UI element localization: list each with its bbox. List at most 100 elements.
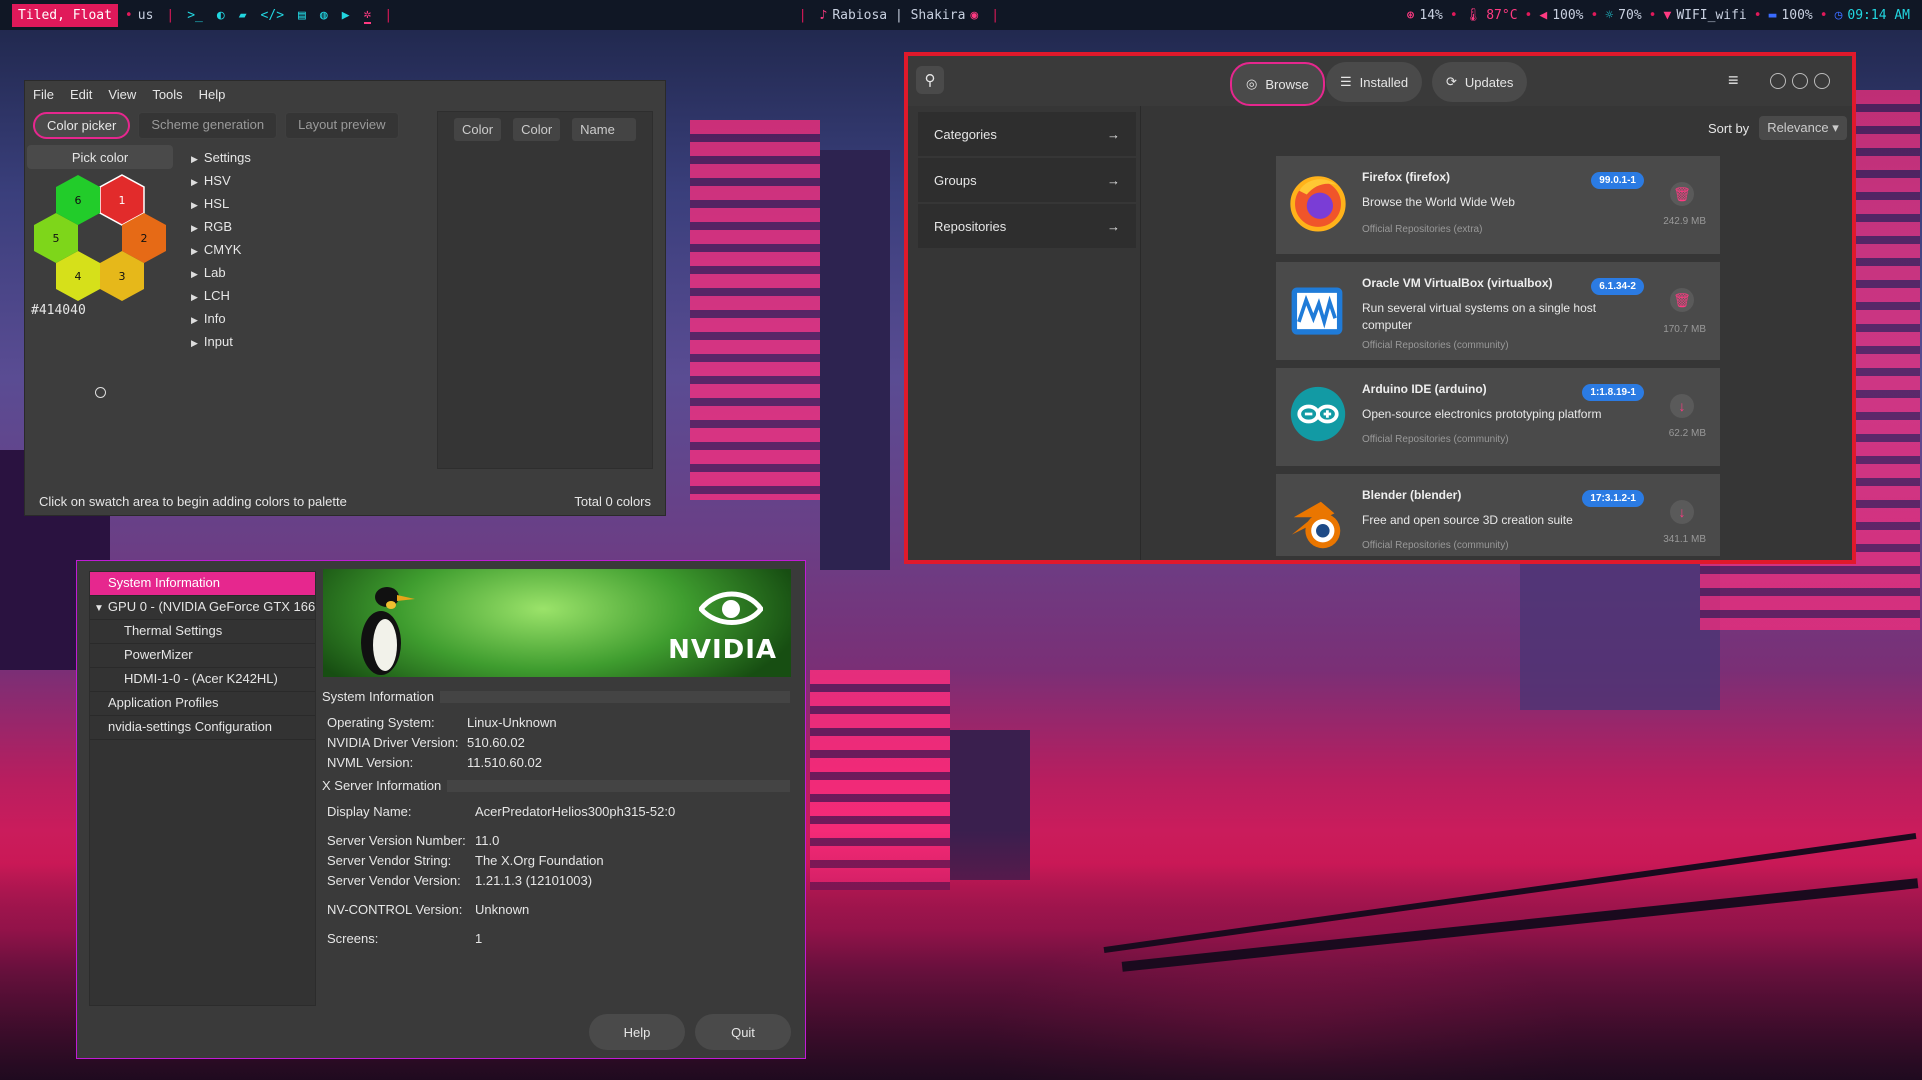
nvidia-eye-icon: [699, 591, 763, 625]
browser-icon[interactable]: ◐: [217, 8, 225, 23]
tree-cmyk[interactable]: CMYK: [191, 239, 251, 262]
expander-icon[interactable]: ▼: [94, 603, 104, 614]
palette-panel[interactable]: Color Color Name: [437, 111, 653, 469]
firefox-icon: [1290, 176, 1346, 232]
cpu-icon: ⊛: [1406, 7, 1415, 23]
chevron-down-icon: ▾: [1832, 120, 1839, 135]
version-badge: 1:1.8.19-1: [1582, 384, 1644, 401]
tree-lch[interactable]: LCH: [191, 285, 251, 308]
package-size: 62.2 MB: [1668, 428, 1706, 439]
code-icon[interactable]: </>: [261, 8, 284, 23]
clock-icon: ◷: [1834, 7, 1843, 23]
package-card[interactable]: Arduino IDE (arduino) Open-source electr…: [1276, 368, 1720, 466]
server-vendor-version-label: Server Vendor Version:: [327, 872, 461, 888]
nvidia-info-panel: System Information Operating System: Linu…: [322, 685, 790, 948]
tree-settings[interactable]: Settings: [191, 147, 251, 170]
brightness-level[interactable]: 70%: [1618, 8, 1641, 23]
sidebar-item-system-information[interactable]: System Information: [90, 572, 315, 596]
sidebar-item-application-profiles[interactable]: Application Profiles: [90, 692, 315, 716]
settings-icon[interactable]: ✲: [363, 7, 372, 24]
package-description: Open-source electronics prototyping plat…: [1362, 407, 1602, 421]
palette-column-color-2[interactable]: Color: [513, 118, 561, 141]
package-size: 341.1 MB: [1663, 534, 1706, 545]
package-card[interactable]: Oracle VM VirtualBox (virtualbox) Run se…: [1276, 262, 1720, 360]
tree-input[interactable]: Input: [191, 331, 251, 354]
nvml-label: NVML Version:: [327, 754, 414, 770]
wifi-name[interactable]: WIFI_wifi: [1676, 8, 1746, 23]
color-wheel-cursor-icon[interactable]: [95, 387, 106, 398]
chat-icon[interactable]: ◍: [320, 8, 328, 23]
package-repository: Official Repositories (community): [1362, 340, 1509, 351]
cpu-usage: 14%: [1419, 7, 1443, 23]
remove-icon[interactable]: 🗑: [1670, 182, 1694, 206]
package-card[interactable]: Blender (blender) Free and open source 3…: [1276, 474, 1720, 556]
driver-label: NVIDIA Driver Version:: [327, 734, 459, 750]
sidebar-item-groups[interactable]: Groups →: [918, 158, 1136, 202]
package-card[interactable]: Firefox (firefox) Browse the World Wide …: [1276, 156, 1720, 254]
volume-icon: ◀: [1539, 7, 1548, 23]
sidebar-item-hdmi[interactable]: HDMI-1-0 - (Acer K242HL): [90, 668, 315, 692]
menu-help[interactable]: Help: [199, 87, 226, 102]
tree-rgb[interactable]: RGB: [191, 216, 251, 239]
temperature-icon: 🌡: [1464, 7, 1482, 23]
os-label: Operating System:: [327, 714, 435, 730]
tree-hsv[interactable]: HSV: [191, 170, 251, 193]
tree-lab[interactable]: Lab: [191, 262, 251, 285]
remove-icon[interactable]: 🗑: [1670, 288, 1694, 312]
menu-edit[interactable]: Edit: [70, 87, 92, 102]
folder-icon[interactable]: ▰: [239, 8, 247, 23]
pick-color-button[interactable]: Pick color: [27, 145, 173, 169]
menu-view[interactable]: View: [108, 87, 136, 102]
notes-icon[interactable]: ▤: [298, 8, 306, 23]
hamburger-menu-icon[interactable]: ≡: [1728, 70, 1739, 91]
divider: [1140, 106, 1141, 560]
sort-dropdown[interactable]: Relevance ▾: [1759, 116, 1847, 140]
palette-column-color[interactable]: Color: [454, 118, 502, 141]
tab-updates-label: Updates: [1464, 74, 1514, 90]
sidebar-item-configuration[interactable]: nvidia-settings Configuration: [90, 716, 315, 740]
video-icon[interactable]: ▶: [342, 8, 350, 23]
package-repository: Official Repositories (community): [1362, 434, 1509, 445]
sort-label: Sort by: [1708, 120, 1750, 136]
terminal-icon[interactable]: >_: [187, 8, 203, 23]
tab-color-picker[interactable]: Color picker: [33, 112, 131, 139]
sidebar-item-repositories[interactable]: Repositories →: [918, 204, 1136, 248]
now-playing[interactable]: Rabiosa | Shakira: [832, 8, 965, 23]
help-button[interactable]: Help: [589, 1014, 685, 1050]
clock: 09:14 AM: [1847, 7, 1911, 23]
package-repository: Official Repositories (extra): [1362, 224, 1483, 235]
package-description: Free and open source 3D creation suite: [1362, 513, 1573, 527]
music-note-icon: ♪: [819, 7, 828, 23]
sidebar-item-thermal[interactable]: Thermal Settings: [90, 620, 315, 644]
keyboard-layout[interactable]: us: [138, 8, 154, 23]
swatch-hexagons[interactable]: 1 2 3 4 5 6: [25, 173, 185, 313]
search-icon[interactable]: ⚲: [916, 66, 944, 94]
sidebar-item-gpu[interactable]: ▼ GPU 0 - (NVIDIA GeForce GTX 1660 T: [90, 596, 315, 620]
layout-indicator[interactable]: Tiled, Float: [12, 3, 118, 27]
tab-scheme-generation[interactable]: Scheme generation: [138, 112, 278, 139]
play-icon[interactable]: ◉: [970, 8, 978, 23]
tree-info[interactable]: Info: [191, 308, 251, 331]
sidebar-item-categories[interactable]: Categories →: [918, 112, 1136, 156]
quit-button[interactable]: Quit: [695, 1014, 791, 1050]
sidebar-item-powermizer[interactable]: PowerMizer: [90, 644, 315, 668]
menu-tools[interactable]: Tools: [152, 87, 182, 102]
palette-column-name[interactable]: Name: [572, 118, 636, 141]
arduino-icon: [1290, 386, 1346, 442]
close-button[interactable]: [1814, 73, 1830, 89]
volume-level[interactable]: 100%: [1552, 8, 1583, 23]
tab-layout-preview[interactable]: Layout preview: [285, 112, 399, 139]
tree-hsl[interactable]: HSL: [191, 193, 251, 216]
tab-installed[interactable]: ☰ Installed: [1326, 62, 1423, 102]
tab-updates[interactable]: ⟳ Updates: [1432, 62, 1528, 102]
color-tree: Settings HSV HSL RGB CMYK Lab LCH Info I…: [191, 147, 251, 354]
tab-browse[interactable]: ◎ Browse: [1230, 62, 1325, 106]
server-vendor-string-label: Server Vendor String:: [327, 852, 452, 868]
maximize-button[interactable]: [1792, 73, 1808, 89]
menu-file[interactable]: File: [33, 87, 54, 102]
install-icon[interactable]: ↓: [1670, 394, 1694, 418]
arrow-right-icon: →: [1107, 218, 1120, 234]
minimize-button[interactable]: [1770, 73, 1786, 89]
version-badge: 99.0.1-1: [1591, 172, 1644, 189]
install-icon[interactable]: ↓: [1670, 500, 1694, 524]
